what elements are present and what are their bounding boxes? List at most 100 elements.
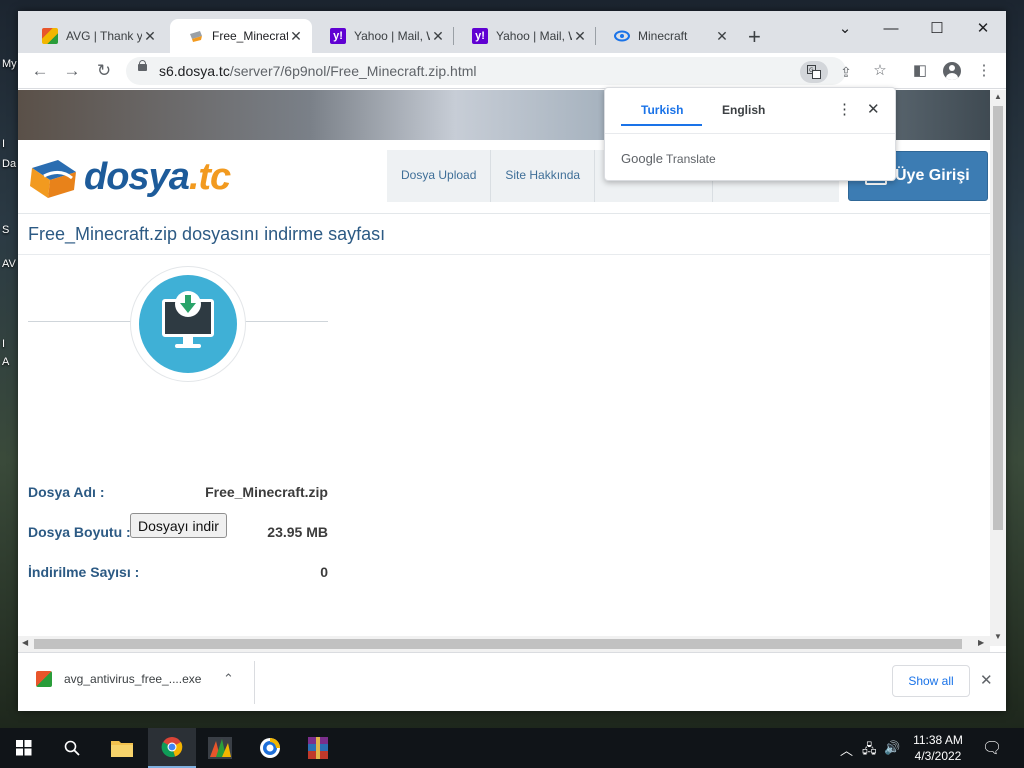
show-all-button[interactable]: Show all (892, 665, 970, 697)
logo-text: dosya.tc (84, 155, 231, 198)
download-file-button[interactable]: Dosyayı indir (130, 513, 227, 538)
forward-icon[interactable]: → (60, 59, 84, 83)
translate-target-tab[interactable]: English (722, 103, 765, 117)
translate-icon[interactable]: G (800, 61, 828, 83)
horizontal-scrollbar[interactable]: ◀ ▶ (18, 636, 990, 652)
file-size-label: Dosya Boyutu : (28, 524, 131, 540)
close-downloads-icon[interactable]: ✕ (980, 671, 993, 689)
windows-taskbar: ︿ 🖧 🔊 11:38 AM 4/3/2022 🗨 (0, 728, 1024, 768)
scroll-down-icon[interactable]: ▼ (990, 632, 1006, 641)
tab-search-chevron-icon[interactable]: ⌄ (822, 15, 868, 43)
system-clock[interactable]: 11:38 AM 4/3/2022 (906, 732, 970, 764)
nav-site-hakkinda[interactable]: Site Hakkında (491, 150, 596, 202)
avg-browser-button[interactable] (246, 728, 294, 768)
avg-icon (42, 28, 58, 44)
close-window-icon[interactable]: ✕ (960, 15, 1006, 43)
menu-kebab-icon[interactable]: ⋮ (972, 59, 996, 83)
divider (254, 661, 255, 704)
download-item[interactable]: avg_antivirus_free_....exe (36, 671, 201, 687)
address-url[interactable]: s6.dosya.tc/server7/6p9nol/Free_Minecraf… (159, 63, 477, 79)
maximize-icon[interactable]: ☐ (914, 15, 960, 43)
desktop-icon-label[interactable]: I (2, 338, 5, 350)
lock-icon[interactable] (138, 60, 147, 75)
minimize-icon[interactable]: — (868, 15, 914, 43)
svg-text:G: G (809, 67, 814, 74)
share-icon[interactable]: ⇪ (832, 61, 860, 83)
download-count-row: İndirilme Sayısı : 0 (28, 564, 328, 584)
tray-chevron-icon[interactable]: ︿ (840, 740, 853, 759)
divider (605, 133, 895, 134)
scroll-up-icon[interactable]: ▲ (990, 92, 1006, 101)
profile-avatar[interactable] (940, 59, 964, 83)
download-badge (130, 266, 246, 382)
close-icon[interactable]: ✕ (572, 28, 588, 45)
tab-yahoo-mail-1[interactable]: y! Yahoo | Mail, W ✕ (312, 19, 454, 53)
start-button[interactable] (0, 728, 48, 768)
scroll-left-icon[interactable]: ◀ (22, 638, 28, 647)
scrollbar-thumb[interactable] (34, 639, 962, 649)
scrollbar-thumb[interactable] (993, 106, 1003, 530)
file-name-value: Free_Minecraft.zip (205, 484, 328, 500)
tab-yahoo-mail-2[interactable]: y! Yahoo | Mail, W ✕ (454, 19, 596, 53)
yahoo-icon: y! (330, 28, 346, 44)
new-tab-icon[interactable]: + (748, 24, 761, 50)
folder-icon (111, 741, 133, 757)
file-explorer-button[interactable] (98, 728, 146, 768)
download-count-value: 0 (320, 564, 328, 580)
site-logo[interactable]: dosya.tc (30, 152, 231, 202)
tab-minecraft[interactable]: Minecraft ✕ (596, 19, 738, 53)
tab-free-minecraft[interactable]: Free_Minecraft ✕ (170, 19, 312, 53)
close-icon[interactable]: ✕ (430, 28, 446, 45)
download-arrow-icon (180, 295, 196, 313)
file-size-value: 23.95 MB (267, 524, 328, 540)
file-name-label: Dosya Adı : (28, 484, 105, 500)
translate-close-icon[interactable]: ✕ (867, 100, 880, 118)
close-icon[interactable]: ✕ (288, 28, 304, 45)
close-icon[interactable]: ✕ (714, 28, 730, 45)
scroll-right-icon[interactable]: ▶ (978, 638, 984, 647)
winrar-button[interactable] (294, 728, 342, 768)
chrome-button[interactable] (148, 728, 196, 768)
file-name-row: Dosya Adı : Free_Minecraft.zip (28, 484, 328, 504)
browser-toolbar: ← → ↻ s6.dosya.tc/server7/6p9nol/Free_Mi… (18, 53, 1006, 89)
monitor-base (175, 344, 201, 348)
notifications-icon[interactable]: 🗨 (982, 738, 1002, 758)
bookmark-star-icon[interactable]: ☆ (868, 59, 892, 83)
winrar-icon (308, 737, 328, 759)
chevron-up-icon[interactable]: ⌃ (223, 671, 234, 687)
desktop-icon-label[interactable]: My (2, 58, 17, 70)
desktop-icon-label[interactable]: AV (2, 258, 16, 270)
avg-file-icon (36, 671, 52, 687)
login-label: Üye Girişi (895, 167, 970, 184)
desktop-icon-label[interactable]: A (2, 356, 9, 368)
avg-browser-icon (260, 738, 280, 758)
address-bar[interactable]: s6.dosya.tc/server7/6p9nol/Free_Minecraf… (126, 57, 852, 85)
active-tab-indicator (621, 124, 702, 126)
translate-source-tab[interactable]: Turkish (641, 103, 683, 117)
reload-icon[interactable]: ↻ (92, 59, 116, 83)
tab-strip: AVG | Thank yo ✕ Free_Minecraft ✕ y! Yah… (18, 11, 1006, 53)
vertical-scrollbar[interactable]: ▲ ▼ (990, 90, 1006, 646)
network-icon[interactable]: 🖧 (862, 740, 877, 762)
search-button[interactable] (48, 728, 96, 768)
google-translate-brand: Google Translate (621, 151, 716, 166)
clock-date: 4/3/2022 (914, 749, 962, 763)
nav-dosya-upload[interactable]: Dosya Upload (387, 150, 492, 202)
avg-taskbar-button[interactable] (196, 728, 244, 768)
tab-title: Yahoo | Mail, W (354, 29, 430, 43)
volume-icon[interactable]: 🔊 (884, 740, 900, 756)
desktop-icon-label[interactable]: S (2, 224, 9, 236)
clock-time: 11:38 AM (913, 733, 963, 747)
minecraft-icon (614, 28, 630, 44)
downloads-bar: avg_antivirus_free_....exe ⌃ Show all ✕ (18, 652, 1006, 711)
download-count-label: İndirilme Sayısı : (28, 564, 140, 580)
back-icon[interactable]: ← (28, 59, 52, 83)
close-icon[interactable]: ✕ (142, 28, 158, 45)
yahoo-icon: y! (472, 28, 488, 44)
translate-options-icon[interactable]: ⋮ (837, 100, 852, 118)
desktop-icon-label[interactable]: I (2, 138, 5, 150)
search-icon (64, 740, 80, 756)
tab-avg[interactable]: AVG | Thank yo ✕ (24, 19, 166, 53)
side-panel-icon[interactable]: ◧ (908, 59, 932, 83)
desktop-icon-label[interactable]: Da (2, 158, 16, 170)
